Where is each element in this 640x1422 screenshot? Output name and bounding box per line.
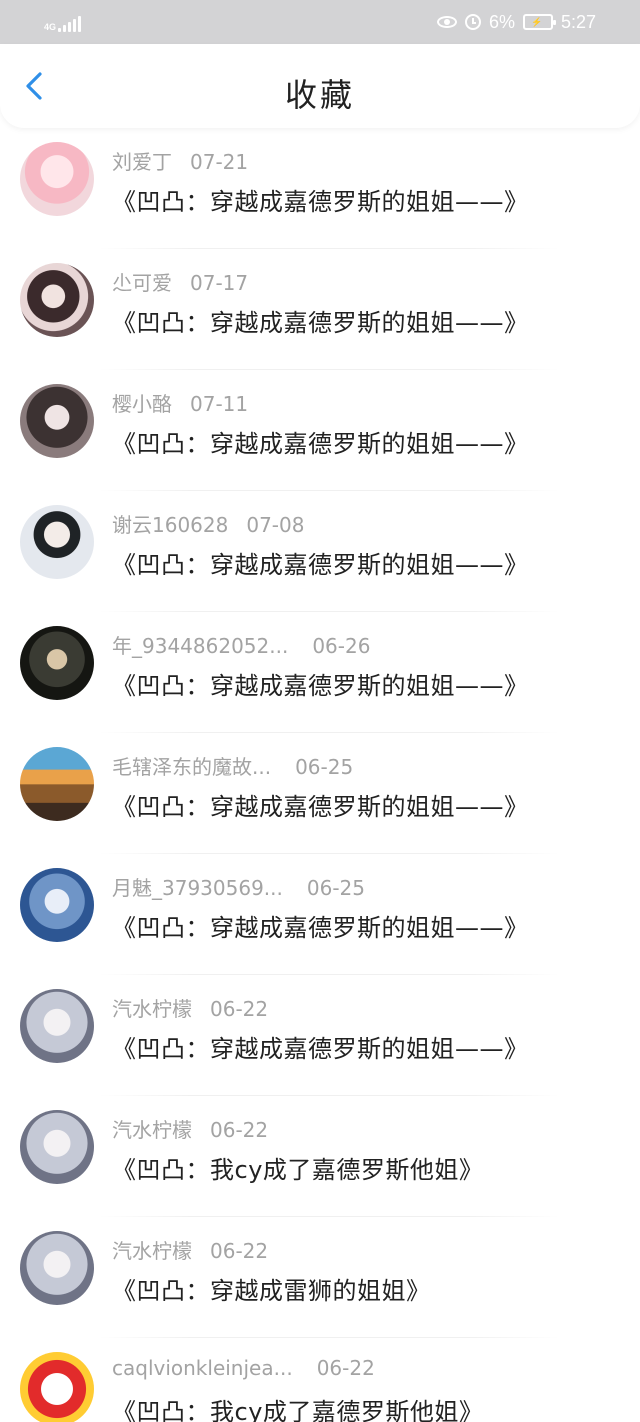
author-name[interactable]: 樱小酪 bbox=[112, 388, 172, 417]
avatar[interactable] bbox=[20, 626, 94, 700]
favorite-date: 06-22 bbox=[316, 1356, 375, 1380]
favorite-date: 06-25 bbox=[295, 755, 354, 779]
favorite-date: 06-22 bbox=[210, 1118, 269, 1142]
item-meta: 汽水柠檬 06-22 bbox=[112, 1235, 268, 1264]
item-meta: caqlvionkleinjea... 06-22 bbox=[112, 1356, 375, 1380]
avatar[interactable] bbox=[20, 384, 94, 458]
favorite-date: 07-08 bbox=[246, 513, 305, 537]
status-icons: 6% ⚡ 5:27 bbox=[436, 8, 596, 36]
author-name[interactable]: 年_9344862052... bbox=[112, 630, 288, 659]
header-bar: 收藏 bbox=[0, 44, 640, 128]
favorite-item[interactable]: caqlvionkleinjea... 06-22 《凹凸：我cy成了嘉德罗斯他姐… bbox=[0, 1338, 640, 1422]
item-meta: 月魅_37930569... 06-25 bbox=[112, 872, 365, 901]
author-name[interactable]: 汽水柠檬 bbox=[112, 1114, 192, 1143]
favorite-date: 07-11 bbox=[190, 392, 249, 416]
favorite-item[interactable]: 樱小酪 07-11 《凹凸：穿越成嘉德罗斯的姐姐——》 bbox=[0, 370, 640, 491]
network-type: 4G bbox=[44, 22, 57, 32]
favorite-item[interactable]: 刘爱丁 07-21 《凹凸：穿越成嘉德罗斯的姐姐——》 bbox=[0, 128, 640, 249]
avatar[interactable] bbox=[20, 1231, 94, 1305]
favorite-item[interactable]: 汽水柠檬 06-22 《凹凸：我cy成了嘉德罗斯他姐》 bbox=[0, 1096, 640, 1217]
eye-comfort-icon bbox=[436, 16, 457, 28]
favorite-item[interactable]: 年_9344862052... 06-26 《凹凸：穿越成嘉德罗斯的姐姐——》 bbox=[0, 612, 640, 733]
favorite-date: 06-26 bbox=[312, 634, 371, 658]
item-meta: 汽水柠檬 06-22 bbox=[112, 993, 268, 1022]
avatar[interactable] bbox=[20, 868, 94, 942]
avatar[interactable] bbox=[20, 263, 94, 337]
avatar[interactable] bbox=[20, 505, 94, 579]
author-name[interactable]: caqlvionkleinjea... bbox=[112, 1356, 293, 1380]
work-title[interactable]: 《凹凸：穿越成嘉德罗斯的姐姐——》 bbox=[112, 303, 529, 338]
work-title[interactable]: 《凹凸：穿越成嘉德罗斯的姐姐——》 bbox=[112, 908, 529, 943]
author-name[interactable]: 汽水柠檬 bbox=[112, 1235, 192, 1264]
favorite-date: 07-21 bbox=[190, 150, 249, 174]
favorite-date: 06-25 bbox=[306, 876, 365, 900]
work-title[interactable]: 《凹凸：穿越成嘉德罗斯的姐姐——》 bbox=[112, 182, 529, 217]
avatar[interactable] bbox=[20, 989, 94, 1063]
battery-percent: 6% bbox=[488, 11, 515, 32]
favorite-item[interactable]: 谢云160628 07-08 《凹凸：穿越成嘉德罗斯的姐姐——》 bbox=[0, 491, 640, 612]
alarm-icon bbox=[464, 14, 481, 30]
favorite-date: 07-17 bbox=[190, 271, 249, 295]
item-meta: 谢云160628 07-08 bbox=[112, 509, 304, 538]
work-title[interactable]: 《凹凸：穿越成嘉德罗斯的姐姐——》 bbox=[112, 1029, 529, 1064]
status-bar: 4G 6% ⚡ 5:27 bbox=[0, 0, 640, 44]
favorite-item[interactable]: 汽水柠檬 06-22 《凹凸：穿越成嘉德罗斯的姐姐——》 bbox=[0, 975, 640, 1096]
author-name[interactable]: 月魅_37930569... bbox=[112, 872, 283, 901]
favorites-list: 刘爱丁 07-21 《凹凸：穿越成嘉德罗斯的姐姐——》 尐可爱 07-17 《凹凸：… bbox=[0, 128, 640, 1422]
work-title[interactable]: 《凹凸：穿越成雷狮的姐姐》 bbox=[112, 1271, 431, 1306]
work-title[interactable]: 《凹凸：穿越成嘉德罗斯的姐姐——》 bbox=[112, 424, 529, 459]
avatar[interactable] bbox=[20, 1110, 94, 1184]
clock: 5:27 bbox=[560, 11, 596, 32]
item-meta: 汽水柠檬 06-22 bbox=[112, 1114, 268, 1143]
avatar[interactable] bbox=[20, 1352, 94, 1422]
item-meta: 年_9344862052... 06-26 bbox=[112, 630, 370, 659]
author-name[interactable]: 毛辖泽东的魔故... bbox=[112, 751, 271, 780]
work-title[interactable]: 《凹凸：穿越成嘉德罗斯的姐姐——》 bbox=[112, 545, 529, 580]
favorite-item[interactable]: 毛辖泽东的魔故... 06-25 《凹凸：穿越成嘉德罗斯的姐姐——》 bbox=[0, 733, 640, 854]
author-name[interactable]: 刘爱丁 bbox=[112, 146, 172, 175]
avatar[interactable] bbox=[20, 142, 94, 216]
signal-icon bbox=[58, 16, 82, 32]
favorite-item[interactable]: 尐可爱 07-17 《凹凸：穿越成嘉德罗斯的姐姐——》 bbox=[0, 249, 640, 370]
author-name[interactable]: 谢云160628 bbox=[112, 509, 228, 538]
favorite-item[interactable]: 汽水柠檬 06-22 《凹凸：穿越成雷狮的姐姐》 bbox=[0, 1217, 640, 1338]
favorite-date: 06-22 bbox=[210, 997, 269, 1021]
item-meta: 刘爱丁 07-21 bbox=[112, 146, 248, 175]
network-indicator: 4G bbox=[44, 10, 82, 32]
item-meta: 樱小酪 07-11 bbox=[112, 388, 248, 417]
item-meta: 尐可爱 07-17 bbox=[112, 267, 248, 296]
page-title: 收藏 bbox=[284, 76, 355, 114]
work-title[interactable]: 《凹凸：我cy成了嘉德罗斯他姐》 bbox=[112, 1150, 483, 1185]
item-meta: 毛辖泽东的魔故... 06-25 bbox=[112, 751, 353, 780]
work-title[interactable]: 《凹凸：我cy成了嘉德罗斯他姐》 bbox=[112, 1392, 483, 1422]
work-title[interactable]: 《凹凸：穿越成嘉德罗斯的姐姐——》 bbox=[112, 787, 529, 822]
battery-icon: ⚡ bbox=[522, 14, 556, 30]
author-name[interactable]: 尐可爱 bbox=[112, 267, 172, 296]
favorite-item[interactable]: 月魅_37930569... 06-25 《凹凸：穿越成嘉德罗斯的姐姐——》 bbox=[0, 854, 640, 975]
author-name[interactable]: 汽水柠檬 bbox=[112, 993, 192, 1022]
avatar[interactable] bbox=[20, 747, 94, 821]
work-title[interactable]: 《凹凸：穿越成嘉德罗斯的姐姐——》 bbox=[112, 666, 529, 701]
favorite-date: 06-22 bbox=[210, 1239, 269, 1263]
